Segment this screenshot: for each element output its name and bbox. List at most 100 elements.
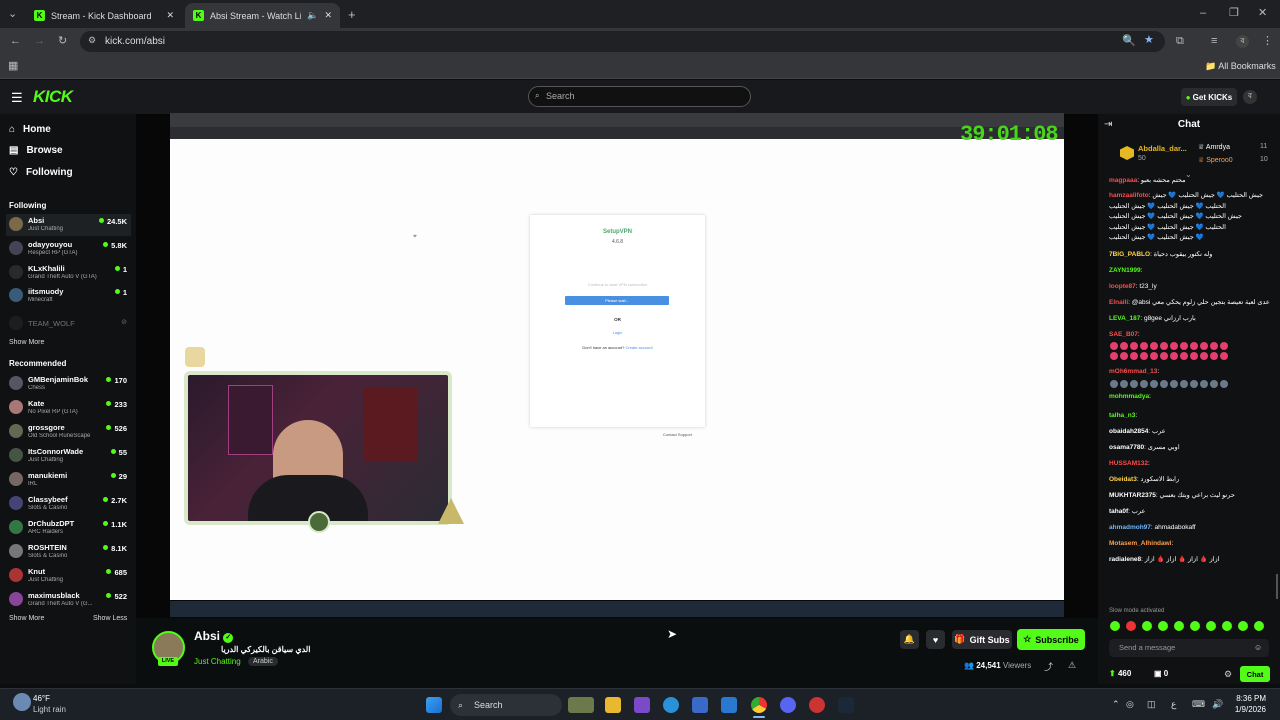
tray-app-icon[interactable]: ◎: [1126, 699, 1134, 710]
clock-time[interactable]: 8:36 PM: [1230, 694, 1266, 703]
extensions-icon[interactable]: ⧉: [1176, 36, 1184, 47]
nav-following[interactable]: ♡ Following: [9, 167, 73, 178]
channel-grossgore[interactable]: grossgore Old School RuneScape 526: [9, 421, 131, 443]
chat-username[interactable]: taha0f: [1109, 508, 1128, 515]
close-icon[interactable]: ✕: [166, 10, 174, 21]
chat-scrollbar[interactable]: [1276, 574, 1278, 599]
stream-category[interactable]: Just Chatting: [194, 657, 241, 666]
channel-team-wolf[interactable]: TEAM_WOLF ⊘: [9, 313, 131, 335]
maximize-icon[interactable]: ❐: [1229, 8, 1239, 19]
kick-logo[interactable]: KICK: [33, 87, 73, 107]
forward-icon[interactable]: →: [34, 36, 45, 47]
back-icon[interactable]: ←: [10, 36, 21, 47]
emote-icon[interactable]: [1110, 621, 1120, 631]
channel-iitsmuody[interactable]: iitsmuody Minecraft 1: [9, 285, 131, 307]
stream-tag[interactable]: Arabic: [248, 657, 278, 666]
show-more-following[interactable]: Show More: [9, 339, 44, 346]
send-chat-button[interactable]: Chat: [1240, 666, 1270, 682]
top-gifter-3-name[interactable]: ♕ Speroo0: [1198, 156, 1233, 164]
chat-username[interactable]: Elnaili: [1109, 299, 1128, 306]
profile-avatar[interactable]: ব: [1236, 35, 1249, 48]
share-icon[interactable]: ⤴: [1044, 660, 1053, 673]
url-field[interactable]: ⚙ kick.com/absi 🔍 ★: [80, 31, 1165, 52]
gifters-chevron-icon[interactable]: ⌄: [1185, 170, 1192, 179]
chat-username[interactable]: LEVA_187: [1109, 315, 1140, 322]
hamburger-menu-icon[interactable]: ☰: [11, 91, 23, 104]
channel-classybeef[interactable]: Classybeef Slots & Casino 2.7K: [9, 493, 131, 515]
chat-settings-gear-icon[interactable]: ⚙: [1224, 669, 1232, 680]
network-icon[interactable]: ⌨: [1192, 699, 1205, 710]
chat-username[interactable]: ahmadmoh97: [1109, 524, 1151, 531]
menu-icon[interactable]: ⋮: [1262, 36, 1273, 47]
clock-date[interactable]: 1/9/2026: [1226, 705, 1266, 714]
tab-kick-dashboard[interactable]: K Stream - Kick Dashboard ✕: [26, 3, 182, 28]
channel-klxkhalili[interactable]: KLxKhalili Grand Theft Auto V (GTA) 1: [9, 262, 131, 284]
channel-absi[interactable]: Absi Just Chatting 24.5K: [6, 214, 131, 236]
emoji-picker-icon[interactable]: ☺: [1254, 639, 1262, 657]
emote-icon[interactable]: [1190, 621, 1200, 631]
chat-username[interactable]: talha_n3: [1109, 412, 1135, 419]
emote-icon[interactable]: [1142, 621, 1152, 631]
show-more-recommended[interactable]: Show More: [9, 615, 44, 622]
edge-icon[interactable]: [663, 697, 679, 713]
channel-knut[interactable]: Knut Just Chatting 685: [9, 565, 131, 587]
top-gifter-2-name[interactable]: ♕ Amrdya: [1198, 143, 1230, 151]
windows-start-icon[interactable]: [426, 697, 442, 713]
emote-icon[interactable]: [1254, 621, 1264, 631]
streamer-name[interactable]: Absi ✓: [194, 629, 234, 643]
channel-manukiemi[interactable]: manukiemi IRL 29: [9, 469, 131, 491]
channel-kate[interactable]: Kate No Pixel RP (GTA) 233: [9, 397, 131, 419]
channel-itsconnorwade[interactable]: ItsConnorWade Just Chatting 55: [9, 445, 131, 467]
copilot-icon[interactable]: [634, 697, 650, 713]
tray-chevron-icon[interactable]: ⌃: [1112, 699, 1120, 710]
site-info-icon[interactable]: ⚙: [88, 36, 96, 45]
follow-heart-button[interactable]: ♥: [926, 630, 945, 649]
apps-grid-icon[interactable]: ▦: [8, 61, 18, 72]
weather-icon[interactable]: [13, 693, 31, 711]
all-bookmarks[interactable]: 📁 All Bookmarks: [1205, 61, 1276, 72]
window-close-icon[interactable]: ✕: [1258, 8, 1267, 19]
chat-username[interactable]: ZAYN1999: [1109, 267, 1141, 274]
media-icon[interactable]: ≡: [1211, 36, 1217, 47]
speaker-icon[interactable]: 🔈: [307, 10, 318, 21]
tray-app-icon[interactable]: ع: [1171, 699, 1176, 710]
chat-username[interactable]: 7BIG_PABLO: [1109, 251, 1150, 258]
reload-icon[interactable]: ↻: [58, 36, 67, 47]
chat-username[interactable]: mohmmadya: [1109, 393, 1149, 400]
channel-points[interactable]: ⬆ 460: [1109, 669, 1131, 678]
top-gifter-1-name[interactable]: Abdalla_dar...: [1138, 144, 1187, 153]
mail-icon[interactable]: [721, 697, 737, 713]
chat-username[interactable]: osama7780: [1109, 444, 1144, 451]
store-icon[interactable]: [692, 697, 708, 713]
chat-username[interactable]: Motasem_Alhindawi: [1109, 540, 1171, 547]
file-explorer-icon[interactable]: [605, 697, 621, 713]
zoom-icon[interactable]: 🔍: [1122, 36, 1136, 47]
channel-gmbenjaminbok[interactable]: GMBenjaminBok Chess 170: [9, 373, 131, 395]
emote-icon[interactable]: [1174, 621, 1184, 631]
discord-icon[interactable]: [780, 697, 796, 713]
report-icon[interactable]: ⚠: [1068, 660, 1076, 671]
chat-username[interactable]: magpaaa: [1109, 177, 1137, 184]
search-input[interactable]: ⌕ Search: [528, 86, 751, 107]
emote-icon[interactable]: [1126, 621, 1136, 631]
chat-message-input[interactable]: Send a message ☺: [1109, 639, 1269, 657]
bookmark-star-icon[interactable]: ★: [1144, 35, 1154, 46]
chat-username[interactable]: Obeidat3: [1109, 476, 1137, 483]
chat-username[interactable]: obaidah2854: [1109, 428, 1148, 435]
chat-username[interactable]: hamzaalifoto: [1109, 192, 1149, 199]
channel-maximusblack[interactable]: maximusblack Grand Theft Auto V (G... 522: [9, 589, 131, 611]
subscribe-button[interactable]: ☆ Subscribe: [1017, 629, 1085, 650]
tab-search-icon[interactable]: ⌄: [8, 9, 17, 20]
chat-username[interactable]: SAE_B07: [1109, 331, 1138, 338]
chrome-icon[interactable]: [751, 697, 767, 713]
close-icon[interactable]: ✕: [324, 10, 332, 21]
tray-app-icon[interactable]: ◫: [1147, 699, 1156, 710]
nav-browse[interactable]: ▤ Browse: [9, 145, 63, 156]
nav-home[interactable]: ⌂ Home: [9, 124, 51, 135]
channel-drchubzdpt[interactable]: DrChubzDPT ARC Raiders 1.1K: [9, 517, 131, 539]
minimize-icon[interactable]: –: [1200, 8, 1206, 19]
emote-icon[interactable]: [1238, 621, 1248, 631]
kicks-balance[interactable]: ▣ 0: [1154, 669, 1168, 678]
chat-username[interactable]: radialene8: [1109, 556, 1141, 563]
emote-icon[interactable]: [1158, 621, 1168, 631]
